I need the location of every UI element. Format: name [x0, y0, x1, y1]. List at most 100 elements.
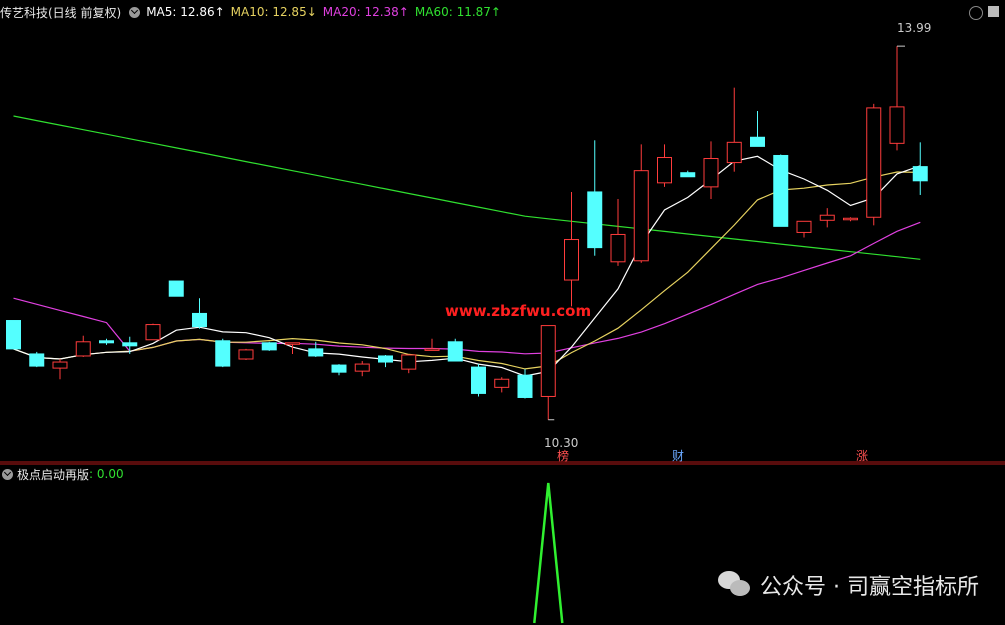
candle-body — [912, 166, 928, 182]
candle-28 — [657, 144, 672, 187]
candle-37 — [866, 103, 882, 226]
wechat-label: 公众号 · 司赢空指标所 — [760, 575, 979, 600]
ma10-value: MA10: 12.85↓ — [230, 5, 317, 19]
candlestick-chart[interactable] — [0, 0, 1005, 463]
candle-17 — [401, 354, 417, 374]
ma60-value: MA60: 11.87↑ — [414, 5, 501, 19]
candle-body — [610, 233, 626, 263]
candle-body — [517, 374, 533, 398]
candle-10 — [238, 348, 254, 361]
candle-24 — [564, 191, 579, 307]
candle-9 — [215, 338, 231, 368]
candle-body — [6, 320, 21, 350]
candle-14 — [331, 364, 347, 376]
candle-body — [726, 141, 742, 164]
settings-circle-icon[interactable] — [969, 6, 983, 20]
candle-3 — [75, 335, 91, 357]
candle-body — [168, 280, 184, 297]
candle-31 — [726, 87, 742, 172]
candle-body — [285, 342, 300, 345]
indicator-spike-line — [533, 482, 564, 624]
candle-body — [680, 172, 696, 178]
candle-body — [29, 353, 45, 367]
dropdown-icon[interactable] — [129, 6, 141, 18]
candle-1 — [29, 351, 45, 368]
candle-29 — [680, 170, 696, 178]
candle-body — [331, 364, 347, 373]
candle-19 — [447, 338, 463, 362]
candle-34 — [796, 220, 812, 238]
candle-22 — [517, 369, 533, 399]
ma5-value: MA5: 12.86↑ — [146, 5, 225, 19]
candle-body — [122, 342, 138, 347]
event-marker-bang[interactable]: 榜 — [557, 447, 569, 464]
candle-body — [750, 136, 765, 147]
candle-body — [471, 366, 486, 394]
event-marker-zhang[interactable]: 涨 — [856, 447, 868, 464]
main-chart-panel[interactable] — [0, 0, 1005, 463]
candle-35 — [819, 208, 835, 228]
max-price-label: 13.99 — [897, 21, 932, 35]
candle-39 — [912, 142, 928, 195]
candle-body — [889, 106, 905, 144]
candle-32 — [750, 110, 765, 147]
candle-4 — [99, 338, 114, 345]
candle-36 — [843, 217, 858, 222]
event-marker-cai[interactable]: 财 — [672, 447, 684, 464]
candle-body — [145, 324, 161, 341]
candle-body — [843, 217, 858, 221]
stock-title[interactable]: 传艺科技(日线 前复权) — [0, 4, 121, 21]
candle-33 — [773, 154, 789, 227]
candle-21 — [494, 377, 510, 393]
candle-23 — [540, 325, 556, 420]
candle-body — [308, 348, 324, 357]
ma20-value: MA20: 12.38↑ — [322, 5, 409, 19]
candle-body — [401, 354, 417, 370]
candle-body — [494, 378, 510, 388]
candle-body — [587, 191, 603, 249]
candle-27 — [633, 144, 649, 263]
candle-20 — [471, 364, 486, 397]
candle-body — [378, 355, 393, 363]
candle-body — [447, 341, 463, 362]
indicator-header: 极点启动再版 : 0.00 — [0, 465, 124, 483]
candle-8 — [192, 298, 207, 329]
candle-body — [192, 312, 207, 328]
candle-body — [796, 220, 812, 233]
candle-body — [819, 214, 835, 221]
candle-body — [657, 157, 672, 184]
chart-header: 传艺科技(日线 前复权) MA5: 12.86↑ MA10: 12.85↓ MA… — [0, 2, 507, 22]
candle-body — [773, 154, 789, 227]
candle-body — [703, 158, 719, 188]
candle-body — [633, 170, 649, 262]
candle-body — [354, 363, 370, 372]
candle-38 — [889, 46, 905, 151]
candle-body — [75, 341, 91, 357]
candle-body — [261, 342, 277, 351]
candle-15 — [354, 361, 370, 377]
candle-16 — [378, 354, 393, 368]
indicator-value: : 0.00 — [89, 467, 124, 481]
candle-11 — [261, 341, 277, 351]
candle-26 — [610, 199, 626, 266]
wechat-icon — [718, 571, 752, 599]
candle-body — [99, 340, 114, 344]
maximize-icon[interactable] — [988, 6, 999, 17]
candle-25 — [587, 140, 603, 256]
candle-0 — [6, 320, 21, 350]
candle-body — [424, 348, 440, 351]
candle-body — [866, 107, 882, 218]
candle-30 — [703, 141, 719, 200]
candle-body — [215, 340, 231, 367]
candle-body — [238, 349, 254, 360]
indicator-dropdown-icon[interactable] — [2, 468, 13, 480]
candle-body — [564, 239, 579, 281]
watermark-text: www.zbzfwu.com — [445, 302, 592, 320]
candle-body — [52, 361, 68, 369]
candle-2 — [52, 359, 68, 380]
indicator-name[interactable]: 极点启动再版 — [17, 466, 89, 483]
candle-18 — [424, 338, 440, 351]
candle-body — [540, 325, 556, 397]
candle-6 — [145, 323, 161, 341]
wechat-watermark: 公众号 · 司赢空指标所 — [718, 569, 979, 601]
